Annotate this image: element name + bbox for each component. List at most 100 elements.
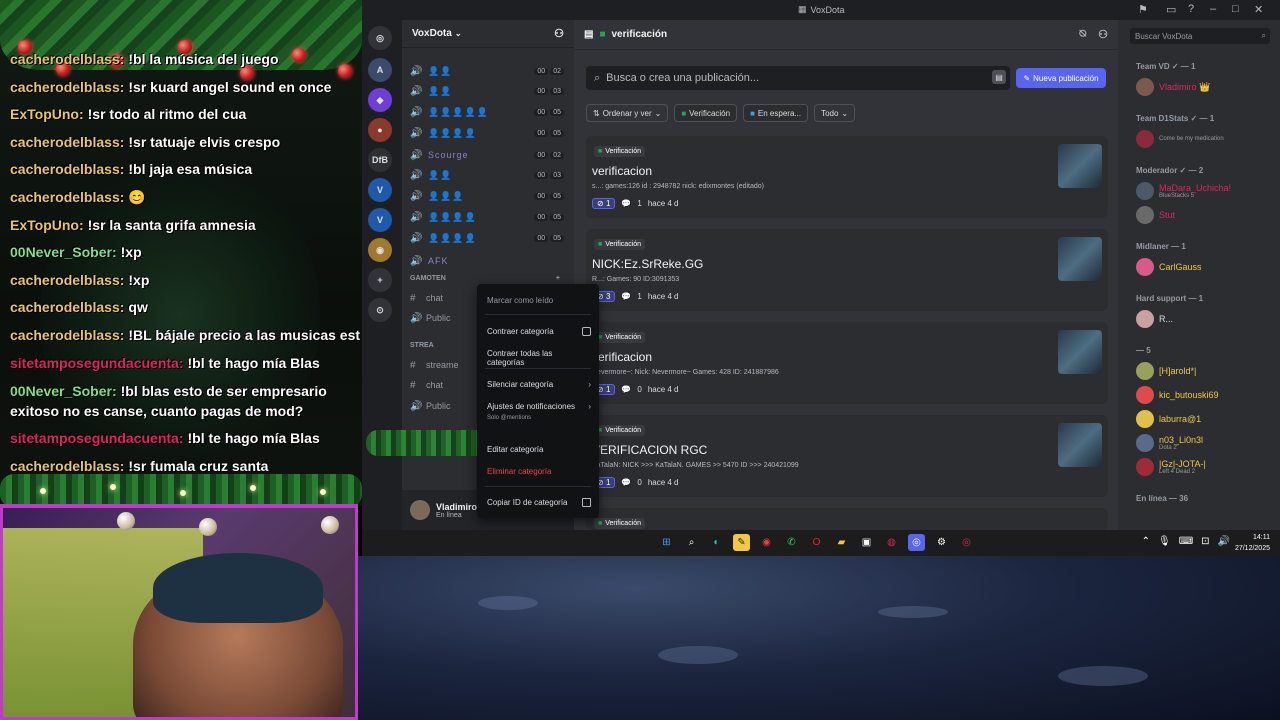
voice-channel[interactable]: 🔊 👤👤👤👤 00 05: [410, 124, 570, 142]
avatar[interactable]: [410, 500, 430, 520]
member-item[interactable]: CarlGauss: [1136, 258, 1202, 276]
member-name: MaDara_Uchicha!: [1159, 183, 1232, 193]
forum-post[interactable]: ■ Verificación verificacion Nevermore~: Nic…: [586, 322, 1108, 404]
server-icon[interactable]: V: [368, 178, 392, 202]
file-explorer-icon[interactable]: ▰: [833, 534, 850, 551]
forum-post[interactable]: ■ Verificación: [586, 508, 1108, 530]
server-icon[interactable]: ◆: [368, 88, 392, 112]
member-list-icon[interactable]: ⚇: [1098, 28, 1108, 41]
discord-taskbar-icon[interactable]: ◎: [908, 534, 925, 551]
search-icon[interactable]: ⌕: [683, 534, 700, 551]
close-icon[interactable]: ✕: [1254, 3, 1263, 16]
post-thumbnail: [1058, 237, 1102, 281]
channel-streame[interactable]: # streame: [410, 356, 459, 374]
volume-icon[interactable]: 🔊: [1218, 536, 1230, 547]
opera-icon[interactable]: O: [808, 534, 825, 551]
store-icon[interactable]: ▣: [858, 534, 875, 551]
voice-channel[interactable]: 🔊 👤👤👤👤 00 05: [410, 229, 570, 247]
voice-channel[interactable]: 🔊 👤👤 00 02: [410, 62, 570, 80]
whatsapp-icon[interactable]: ✆: [783, 534, 800, 551]
member-item[interactable]: MaDara_Uchicha! BlueStacks 5: [1136, 182, 1231, 200]
filter-all-dropdown[interactable]: Todo ⌄: [814, 104, 856, 122]
filter-tag-en-espera[interactable]: ■ En espera...: [743, 104, 809, 122]
add-channel-icon[interactable]: +: [556, 275, 560, 282]
menu-collapse-category[interactable]: Contraer categoría: [487, 327, 591, 336]
member-item[interactable]: |Gz|-JOTA-| Left 4 Dead 2: [1136, 458, 1206, 476]
server-icon[interactable]: V: [368, 208, 392, 232]
member-item[interactable]: Stut: [1136, 206, 1175, 224]
forum-post[interactable]: ■ Verificación NICK:Ez.SrReke.GG R...: Game…: [586, 229, 1108, 311]
discord-home-icon[interactable]: ◎: [368, 26, 392, 50]
layout-toggle-icon[interactable]: ▤: [992, 70, 1006, 84]
channel-public-2[interactable]: 🔊 Public: [410, 397, 451, 415]
notification-mute-icon[interactable]: ⍉: [1080, 28, 1087, 41]
server-icon[interactable]: ◉: [368, 238, 392, 262]
help-icon[interactable]: ?: [1188, 3, 1194, 15]
network-icon[interactable]: ⊡: [1201, 536, 1209, 547]
maximize-icon[interactable]: □: [1232, 3, 1239, 15]
voice-channel[interactable]: 🔊 👤👤 00 03: [410, 166, 570, 184]
menu-collapse-all[interactable]: Contraer todas las categorías: [487, 349, 591, 367]
menu-delete-category[interactable]: Eliminar categoría: [487, 467, 591, 476]
explore-servers-icon[interactable]: ⊙: [368, 298, 392, 322]
voice-channel[interactable]: 🔊 Scourge 00 02: [410, 146, 570, 164]
voice-user-count: 00 05: [534, 213, 564, 221]
pin-icon[interactable]: ⚑: [1138, 3, 1148, 16]
game-icon[interactable]: ◍: [883, 534, 900, 551]
server-dfb[interactable]: DfB: [368, 148, 392, 172]
inbox-icon[interactable]: ▭: [1166, 3, 1176, 16]
voice-channel[interactable]: 🔊 👤👤👤👤 00 05: [410, 208, 570, 226]
chevron-up-icon[interactable]: ⌃: [1142, 536, 1150, 547]
member-item[interactable]: R...: [1136, 310, 1173, 328]
post-title: verificacion: [592, 164, 653, 178]
menu-notification-settings[interactable]: Ajustes de notificaciones ›: [487, 402, 591, 411]
edge-icon[interactable]: ◐: [708, 534, 725, 551]
voice-channel[interactable]: 🔊 👤👤 00 03: [410, 82, 570, 100]
invite-people-icon[interactable]: ⚇: [554, 27, 564, 40]
member-item[interactable]: [H]arold*|: [1136, 362, 1196, 380]
member-item[interactable]: kic_butouski69: [1136, 386, 1219, 404]
post-footer: ⊘ 1 💬 0 hace 4 d: [592, 477, 679, 488]
guild-header[interactable]: VoxDota ⌄ ⚇: [402, 20, 574, 48]
category-gamoten[interactable]: GAMOTEN +: [410, 275, 570, 282]
checkbox-icon[interactable]: [582, 327, 591, 336]
filter-tag-verificacion[interactable]: ■ Verificación: [674, 104, 738, 122]
microphone-icon[interactable]: 🎙: [1158, 536, 1171, 547]
keyboard-icon[interactable]: ⌨: [1179, 536, 1193, 547]
sticky-notes-icon[interactable]: ✎: [733, 534, 750, 551]
member-item[interactable]: laburra@1: [1136, 410, 1201, 428]
voice-channel[interactable]: 🔊 AFK: [410, 252, 570, 270]
member-item[interactable]: Vladimiro 👑: [1136, 78, 1210, 96]
voice-channel[interactable]: 🔊 👤👤👤 00 05: [410, 187, 570, 205]
taskbar-clock[interactable]: 14:11 27/12/2025: [1235, 532, 1270, 554]
sort-icon: ⇅: [593, 108, 600, 118]
menu-mark-read[interactable]: Marcar como leído: [487, 296, 591, 305]
server-icon[interactable]: ●: [368, 118, 392, 142]
channel-public[interactable]: 🔊 Public: [410, 309, 451, 327]
windows-start-icon[interactable]: ⊞: [658, 534, 675, 551]
menu-edit-category[interactable]: Editar categoría: [487, 445, 591, 454]
forum-post[interactable]: ■ Verificación verificacion s...: games:126…: [586, 136, 1108, 218]
reaction-button[interactable]: ⊘ 1: [592, 198, 616, 209]
user-count-badge: 05: [550, 192, 564, 200]
server-search-input[interactable]: Buscar VoxDota ⌕: [1130, 28, 1270, 44]
minimize-icon[interactable]: –: [1210, 3, 1216, 15]
voice-channel[interactable]: 🔊 👤👤👤👤👤 00 05: [410, 103, 570, 121]
channel-chat[interactable]: # chat: [410, 289, 443, 307]
checkmark-icon: ■: [598, 520, 603, 527]
sort-view-button[interactable]: ⇅ Ordenar y ver ⌄: [586, 104, 669, 122]
post-search-input[interactable]: ⌕ Busca o crea una publicación...: [586, 66, 1010, 90]
add-server-icon[interactable]: +: [368, 268, 392, 292]
recorder-icon[interactable]: ◎: [958, 534, 975, 551]
server-icon[interactable]: A: [368, 58, 392, 82]
menu-mute-category[interactable]: Silenciar categoría ›: [487, 380, 591, 389]
steam-icon[interactable]: ⚙: [933, 534, 950, 551]
menu-copy-category-id[interactable]: Copiar ID de categoría: [487, 498, 591, 507]
member-name: laburra@1: [1159, 414, 1202, 424]
member-item[interactable]: Come be my medication: [1136, 130, 1224, 148]
forum-post[interactable]: ■ Verificación VERIFICACION RGC KaTalaN: NI…: [586, 415, 1108, 497]
member-item[interactable]: n03_Li0n3l Dota 2: [1136, 434, 1203, 452]
channel-chat-2[interactable]: # chat: [410, 376, 443, 394]
new-post-button[interactable]: ✎ Nueva publicación: [1016, 68, 1106, 88]
chrome-icon[interactable]: ◉: [758, 534, 775, 551]
